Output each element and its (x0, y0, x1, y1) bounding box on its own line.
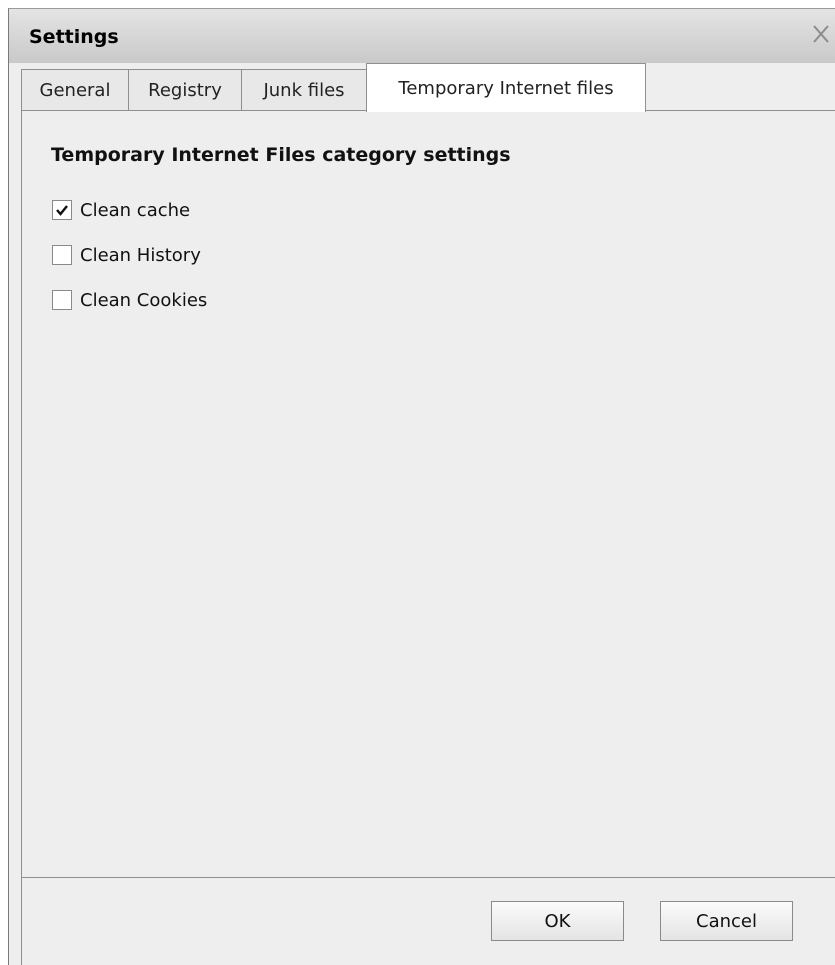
clean-cookies-option[interactable]: Clean Cookies (52, 287, 207, 313)
clean-history-option[interactable]: Clean History (52, 242, 201, 268)
section-heading: Temporary Internet Files category settin… (51, 144, 511, 166)
close-icon (813, 25, 829, 43)
clean-cache-option[interactable]: Clean cache (52, 197, 190, 223)
title-bar: Settings (9, 9, 835, 63)
clean-cache-checkbox[interactable] (52, 200, 72, 220)
tab-panel: Temporary Internet Files category settin… (21, 111, 835, 877)
close-button[interactable] (809, 21, 833, 47)
ok-button[interactable]: OK (491, 901, 624, 941)
cancel-button[interactable]: Cancel (660, 901, 793, 941)
clean-cookies-label: Clean Cookies (80, 289, 208, 311)
dialog-footer: OK Cancel (21, 877, 835, 965)
tab-strip: General Registry Junk files Temporary In… (21, 63, 835, 112)
tab-temporary-internet-files[interactable]: Temporary Internet files (366, 63, 646, 112)
settings-dialog: Settings General Registry Junk files Tem… (8, 8, 835, 965)
tab-junk-files[interactable]: Junk files (241, 69, 367, 111)
clean-cookies-checkbox[interactable] (52, 290, 72, 310)
checkmark-icon (56, 205, 68, 216)
clean-history-label: Clean History (80, 244, 201, 266)
tab-general[interactable]: General (21, 69, 129, 111)
clean-history-checkbox[interactable] (52, 245, 72, 265)
window-title: Settings (29, 26, 119, 48)
tab-registry[interactable]: Registry (128, 69, 242, 111)
clean-cache-label: Clean cache (80, 199, 191, 221)
